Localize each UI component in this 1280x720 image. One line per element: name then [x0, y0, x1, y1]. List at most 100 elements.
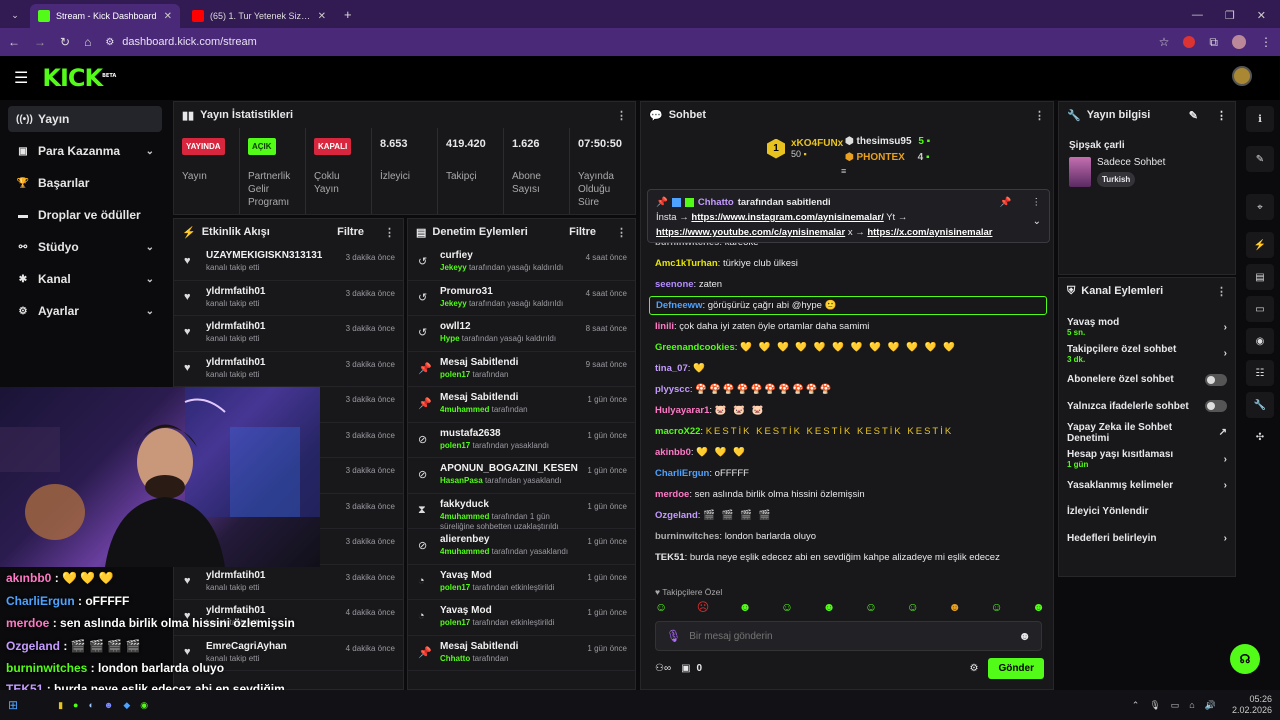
network-icon[interactable]: ⌂: [1189, 700, 1194, 710]
toggle-switch[interactable]: [1205, 373, 1227, 386]
browser-menu-icon[interactable]: ⋮: [1260, 35, 1272, 49]
youtube-link[interactable]: https://www.youtube.com/c/aynisinemalar: [656, 227, 845, 238]
channel-action-row[interactable]: Hedefleri belirleyin ›: [1059, 525, 1235, 551]
tray-chevron-icon[interactable]: ⌃: [1132, 700, 1140, 711]
sidebar-item[interactable]: ⚯ Stüdyo ⌄: [8, 234, 162, 260]
leader-first[interactable]: 1 xKO4FUNx 50 ▪: [767, 138, 843, 159]
moderator-name[interactable]: polen17: [440, 370, 470, 379]
close-icon[interactable]: ✕: [318, 11, 326, 22]
edit-icon[interactable]: ✎: [1189, 109, 1198, 122]
chat-message[interactable]: Ozgeland: 🎬 🎬 🎬 🎬: [641, 505, 1053, 526]
more-options-icon[interactable]: ⋮: [1032, 195, 1042, 210]
chat-message[interactable]: macroX22: KESTİK KESTİK KESTİK KESTİK KE…: [641, 421, 1053, 442]
reload-icon[interactable]: ↻: [60, 35, 70, 49]
category-name[interactable]: Sadece Sohbet: [1097, 157, 1165, 168]
channel-action-row[interactable]: Yapay Zeka ile Sohbet Denetimi ↗: [1059, 420, 1235, 446]
sidebar-item[interactable]: ▬ Droplar ve ödüller: [8, 202, 162, 228]
moderator-name[interactable]: 4muhammed: [440, 405, 489, 414]
capture-icon[interactable]: ⌖: [1246, 194, 1274, 220]
leader-second[interactable]: ⬢ thesimsu95 5 ▪: [845, 136, 930, 147]
activity-row[interactable]: ♥ UZAYMEKIGISKN313131 kanalı takip etti 3 d…: [174, 245, 403, 281]
chevron-down-icon[interactable]: ⌄: [146, 146, 154, 157]
chevron-right-icon[interactable]: ›: [1224, 348, 1227, 359]
chat-username[interactable]: akinbb0: [655, 447, 691, 458]
chat-message[interactable]: Defneeww: görüşürüz çağrı abi @hype 🙂: [649, 296, 1047, 315]
moderation-row[interactable]: ⊘ mustafa2638 polen17 tarafından yasakland…: [408, 423, 635, 458]
chat-username[interactable]: Iinili: [655, 321, 674, 332]
chat-message[interactable]: TEK51: burda neye eşlik edecez abi en se…: [641, 547, 1053, 568]
moderation-row[interactable]: ⊘ APONUN_BOGAZINI_KESEN HasanPasa tarafınd…: [408, 458, 635, 494]
chevron-down-icon[interactable]: ⌄: [146, 306, 154, 317]
activity-row[interactable]: ♥ yldrmfatih01kanalı takip etti 3 dakika ö…: [174, 281, 403, 316]
moderation-row[interactable]: ◔ Yavaş Mod polen17 tarafından etkinleştir…: [408, 600, 635, 636]
moderation-row[interactable]: ↺ owll12 Hype tarafından yasağı kaldırıldı…: [408, 316, 635, 352]
moderator-name[interactable]: 4muhammed: [440, 547, 489, 556]
moderation-row[interactable]: 📌 Mesaj Sabitlendi Chhatto tarafından 1 gün…: [408, 636, 635, 671]
emote-icon[interactable]: ☻: [823, 600, 836, 614]
moderation-row[interactable]: ◔ Yavaş Mod polen17 tarafından etkinleştir…: [408, 565, 635, 600]
tab-youtube[interactable]: (65) 1. Tur Yetenek Sizsiniz Mah ✕: [184, 4, 334, 28]
steam-icon[interactable]: ◐: [88, 700, 93, 710]
emote-icon[interactable]: ☹: [697, 600, 710, 614]
channel-action-row[interactable]: Yasaklanmış kelimeler ›: [1059, 472, 1235, 498]
chat-message[interactable]: seenone: zaten: [641, 274, 1053, 295]
chat-username[interactable]: Amc1kTurhan: [655, 258, 718, 269]
channel-action-row[interactable]: Hesap yaşı kısıtlaması 1 gün ›: [1059, 446, 1235, 472]
app-icon[interactable]: ◆: [123, 700, 130, 711]
filter-button[interactable]: Filtre: [569, 226, 596, 238]
chat-username[interactable]: Defneeww: [656, 300, 702, 311]
more-options-icon[interactable]: ⋮: [1034, 109, 1045, 122]
broadcast-icon[interactable]: ◉: [1246, 328, 1274, 354]
chat-username[interactable]: plyyscc: [655, 384, 690, 395]
edit-icon[interactable]: ✎: [1246, 146, 1274, 172]
channel-action-row[interactable]: Yalnızca ifadelerle sohbet: [1059, 393, 1235, 419]
chat-message[interactable]: Iinili: çok daha iyi zaten öyle ortamlar…: [641, 316, 1053, 337]
moderation-row[interactable]: 📌 Mesaj Sabitlendi polen17 tarafından 9 saa…: [408, 352, 635, 387]
expand-leaderboard-icon[interactable]: ≡: [841, 166, 846, 176]
microphone-icon[interactable]: 🎙: [1149, 700, 1160, 711]
start-icon[interactable]: ⊞: [8, 698, 18, 712]
moderator-name[interactable]: polen17: [440, 583, 470, 592]
moderator-name[interactable]: polen17: [440, 618, 470, 627]
send-button[interactable]: Gönder: [988, 657, 1044, 679]
moderator-name[interactable]: HasanPasa: [440, 476, 483, 485]
chevron-right-icon[interactable]: ›: [1224, 480, 1227, 491]
new-tab-icon[interactable]: +: [344, 7, 352, 22]
tag-badge[interactable]: Turkish: [1097, 172, 1136, 187]
moderator-name[interactable]: polen17: [440, 441, 470, 450]
chat-icon[interactable]: ▭: [1246, 296, 1274, 322]
home-icon[interactable]: ⌂: [84, 35, 91, 49]
moderator-name[interactable]: Jekeyy: [440, 299, 467, 308]
chat-username[interactable]: tina_07: [655, 363, 688, 374]
address-bar[interactable]: ⚙ dashboard.kick.com/stream: [105, 32, 1144, 52]
hamburger-menu-icon[interactable]: ☰: [14, 68, 28, 88]
message-input[interactable]: [689, 630, 1011, 642]
bookmark-star-icon[interactable]: ☆: [1159, 35, 1170, 49]
chevron-down-icon[interactable]: ⌄: [146, 274, 154, 285]
chat-username[interactable]: seenone: [655, 279, 694, 290]
sidebar-item[interactable]: ✱ Kanal ⌄: [8, 266, 162, 292]
info-icon[interactable]: ℹ: [1246, 106, 1274, 132]
chat-message[interactable]: tina_07: 💛: [641, 358, 1053, 379]
sidebar-item[interactable]: ⚙ Ayarlar ⌄: [8, 298, 162, 324]
moderation-row[interactable]: ↺ curfiey Jekeyy tarafından yasağı kaldırı…: [408, 245, 635, 281]
chat-username[interactable]: CharliErgun: [655, 468, 709, 479]
moderator-name[interactable]: 4muhammed: [440, 512, 489, 521]
close-icon[interactable]: ✕: [164, 11, 172, 22]
chat-username[interactable]: burninwitches: [655, 531, 719, 542]
moderation-row[interactable]: 📌 Mesaj Sabitlendi 4muhammed tarafından 1 g…: [408, 387, 635, 423]
chat-username[interactable]: merdoe: [655, 489, 689, 500]
spotify-icon[interactable]: ◉: [140, 700, 148, 711]
chevron-down-icon[interactable]: ⌄: [146, 242, 154, 253]
microphone-icon[interactable]: 🎙: [666, 629, 681, 643]
chat-message[interactable]: Greenandcookies: 💛 💛 💛 💛 💛 💛 💛 💛 💛 💛 💛 💛: [641, 337, 1053, 358]
extension-icon[interactable]: [1183, 36, 1196, 48]
instagram-link[interactable]: https://www.instagram.com/aynisinemalar/: [691, 212, 883, 223]
chevron-right-icon[interactable]: ›: [1224, 533, 1227, 544]
maximize-icon[interactable]: ❐: [1225, 9, 1235, 22]
add-widget-icon[interactable]: ✣: [1246, 424, 1274, 450]
back-icon[interactable]: ←: [8, 35, 20, 49]
lightning-icon[interactable]: ⚡: [1246, 232, 1274, 258]
user-avatar[interactable]: [1232, 66, 1252, 86]
chat-username[interactable]: Ozgeland: [655, 510, 698, 521]
